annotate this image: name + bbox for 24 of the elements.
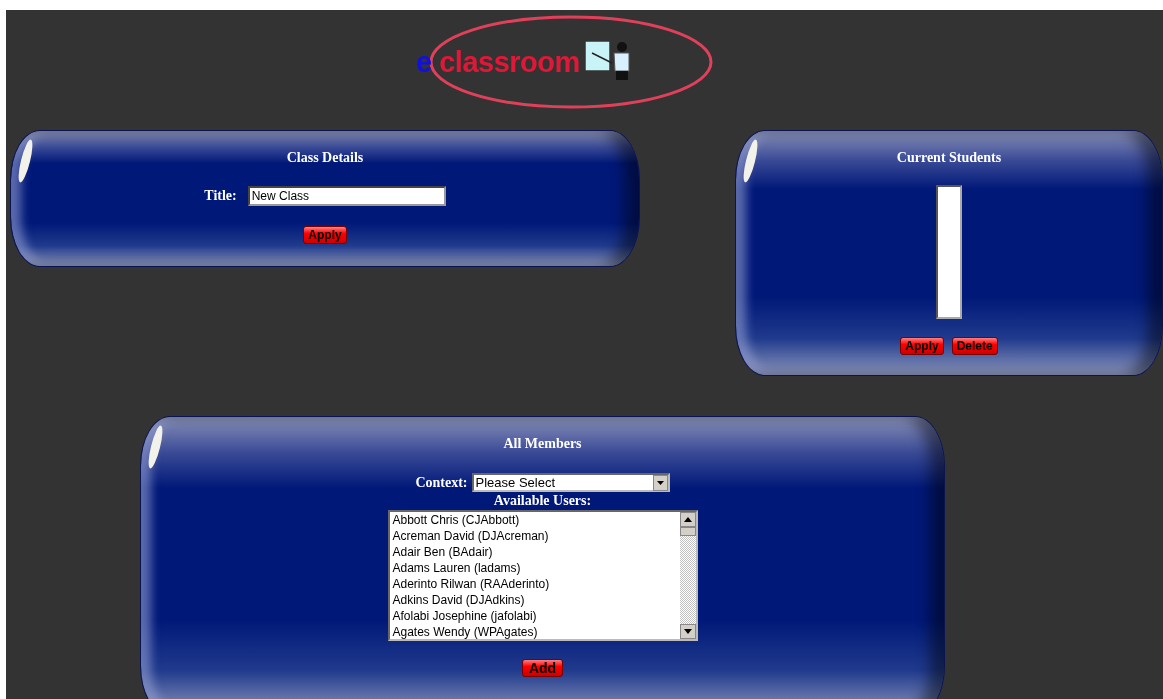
- scrollbar[interactable]: [679, 512, 696, 639]
- user-item[interactable]: Aderinto Rilwan (RAAderinto): [392, 576, 677, 592]
- add-button[interactable]: Add: [521, 659, 564, 677]
- panel-title: Class Details: [286, 150, 364, 166]
- apply-button[interactable]: Apply: [303, 226, 347, 244]
- title-input[interactable]: New Class: [247, 186, 446, 206]
- delete-button[interactable]: Delete: [951, 337, 998, 355]
- logo-text: e classroom: [416, 45, 580, 79]
- user-item[interactable]: Acreman David (DJAcreman): [392, 528, 677, 544]
- user-item[interactable]: Adams Lauren (ladams): [392, 560, 677, 576]
- panel-title: Current Students: [896, 150, 1002, 166]
- field-label: Title:: [204, 188, 237, 204]
- field-label: Available Users:: [493, 493, 592, 509]
- user-item[interactable]: Adair Ben (BAdair): [392, 544, 677, 560]
- context-dropdown[interactable]: Please Select: [471, 473, 670, 492]
- user-item[interactable]: Adkins David (DJAdkins): [392, 592, 677, 608]
- apply-button[interactable]: Apply: [900, 337, 944, 355]
- user-item[interactable]: Abbott Chris (CJAbbott): [392, 512, 677, 528]
- user-item[interactable]: Agates Wendy (WPAgates): [392, 624, 677, 640]
- user-item[interactable]: Afolabi Josephine (jafolabi): [392, 608, 677, 624]
- panel-title: All Members: [503, 436, 582, 452]
- users-listbox[interactable]: Abbott Chris (CJAbbott) Acreman David (DJAcreman) Adair Ben (BAdair) Adams Lauren (ladams) Aderinto Rilwan (RAAderinto) Adkins David (DJAdkins) Afolabi Josephine (jafolabi) Agates Wendy (WPAgates): [387, 510, 698, 641]
- students-listbox[interactable]: [936, 185, 962, 319]
- field-label: Context:: [415, 474, 468, 491]
